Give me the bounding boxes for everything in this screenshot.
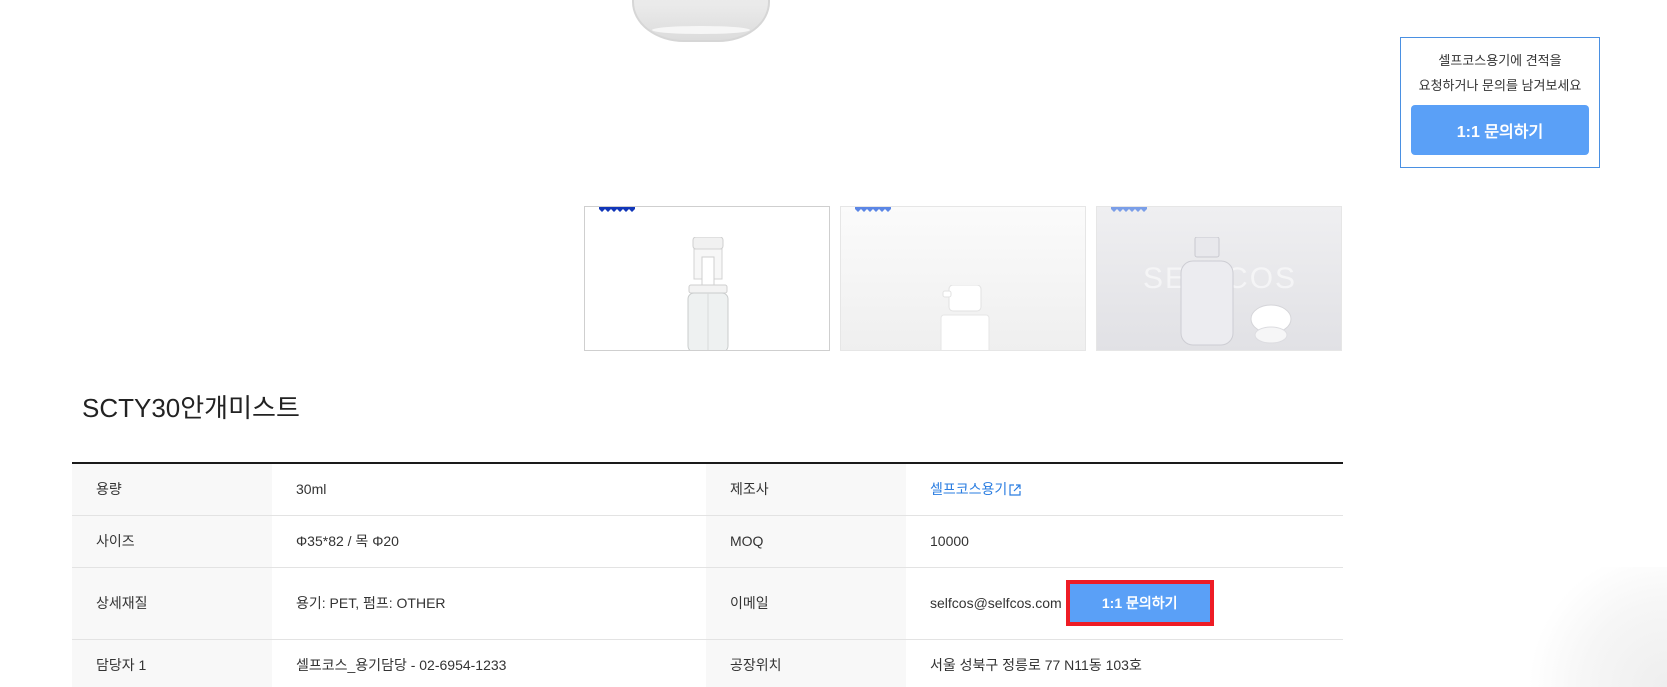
email-wrap: selfcos@selfcos.com 1:1 문의하기 [930, 580, 1343, 626]
corner-shade [1527, 567, 1667, 687]
main-product-image [632, 0, 770, 42]
table-row: 담당자 1 셀프코스_용기담당 - 02-6954-1233 공장위치 서울 성… [72, 639, 1343, 687]
label-email: 이메일 [706, 567, 906, 640]
label-moq: MOQ [706, 515, 906, 568]
table-row: 용량 30ml 제조사 셀프코스용기 [72, 463, 1343, 516]
bottle-with-cap-image [1180, 237, 1292, 346]
thumbnail-2[interactable] [840, 206, 1086, 351]
product-detail-page: 셀프코스용기에 견적을 요청하거나 문의를 남겨보세요 1:1 문의하기 SCT… [0, 0, 1667, 687]
value-manufacturer: 셀프코스용기 [906, 463, 1343, 516]
quote-text-line1: 셀프코스용기에 견적을 [1438, 53, 1562, 68]
external-link-icon [1009, 484, 1021, 496]
table-row: 사이즈 Φ35*82 / 목 Φ20 MOQ 10000 [72, 515, 1343, 568]
label-capacity: 용량 [72, 463, 272, 516]
quote-request-box: 셀프코스용기에 견적을 요청하거나 문의를 남겨보세요 1:1 문의하기 [1400, 37, 1600, 168]
value-factory-location: 서울 성북구 정릉로 77 N11동 103호 [906, 639, 1343, 687]
badge-icon [855, 207, 891, 212]
manufacturer-link-text: 셀프코스용기 [930, 481, 1008, 498]
label-manufacturer: 제조사 [706, 463, 906, 516]
quote-text-line2: 요청하거나 문의를 남겨보세요 [1418, 78, 1582, 93]
spray-nozzle-image [940, 285, 990, 350]
value-contact: 셀프코스_용기담당 - 02-6954-1233 [272, 639, 706, 687]
value-email: selfcos@selfcos.com [930, 595, 1062, 611]
floating-inquiry-button[interactable]: 1:1 문의하기 [1411, 105, 1589, 155]
label-factory-location: 공장위치 [706, 639, 906, 687]
label-contact: 담당자 1 [72, 639, 272, 687]
badge-icon [599, 207, 635, 212]
table-row: 상세재질 용기: PET, 펌프: OTHER 이메일 selfcos@self… [72, 567, 1343, 640]
value-material: 용기: PET, 펌프: OTHER [272, 567, 706, 640]
product-info-table: 용량 30ml 제조사 셀프코스용기 사이즈 Φ35*82 / 목 Φ20 MO… [72, 462, 1343, 687]
product-title: SCTY30안개미스트 [82, 393, 300, 423]
value-email-cell: selfcos@selfcos.com 1:1 문의하기 [906, 567, 1343, 640]
manufacturer-link[interactable]: 셀프코스용기 [930, 481, 1021, 497]
value-moq: 10000 [906, 515, 1343, 568]
badge-icon [1111, 207, 1147, 212]
value-capacity: 30ml [272, 463, 706, 516]
label-material: 상세재질 [72, 567, 272, 640]
value-size: Φ35*82 / 목 Φ20 [272, 515, 706, 568]
label-size: 사이즈 [72, 515, 272, 568]
bottle-image [687, 237, 729, 350]
thumbnail-3[interactable]: SELFCOS [1096, 206, 1342, 351]
inquiry-button[interactable]: 1:1 문의하기 [1065, 580, 1214, 626]
thumbnail-1[interactable] [584, 206, 830, 351]
